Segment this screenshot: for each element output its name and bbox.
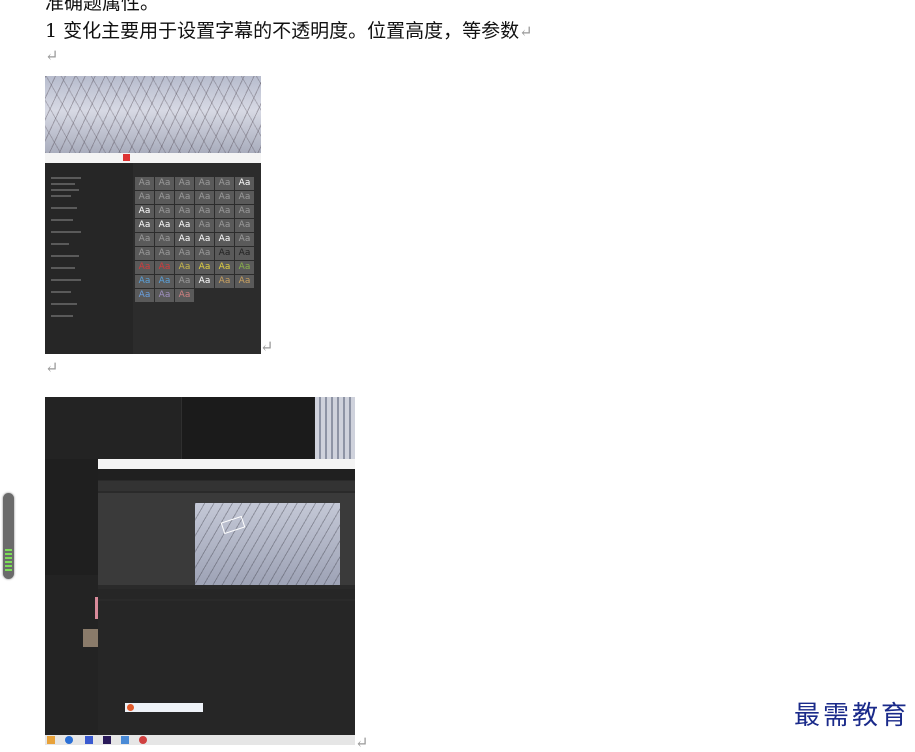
style-swatch[interactable]: Aa [175,205,194,218]
editor-canvas [98,493,355,585]
style-swatch[interactable]: Aa [235,275,254,288]
style-swatch[interactable]: Aa [195,233,214,246]
style-swatch[interactable]: Aa [195,275,214,288]
preview-frame [195,503,340,585]
empty-paragraph-mark: ↵ [45,358,59,377]
style-swatch[interactable]: Aa [235,205,254,218]
style-swatch[interactable]: Aa [155,205,174,218]
app-icon [121,736,129,744]
dialog-titlebar [45,153,261,163]
scroll-ticks [5,549,12,571]
style-swatch[interactable]: Aa [135,177,154,190]
style-swatch[interactable]: Aa [215,177,234,190]
style-swatch[interactable]: Aa [215,275,234,288]
title-style-screenshot: Aa Aa Aa Aa Aa Aa Aa Aa Aa Aa Aa Aa Aa Aa Aa Aa Aa Aa Aa Aa… [45,76,261,354]
style-swatch[interactable]: Aa [155,247,174,260]
style-swatch[interactable]: Aa [155,177,174,190]
style-swatch[interactable]: Aa [135,219,154,232]
cut-off-text: 准确题属性。 [45,0,160,14]
style-swatch[interactable]: Aa [155,191,174,204]
browser-icon [65,736,73,744]
style-swatch[interactable]: Aa [235,219,254,232]
style-swatch[interactable]: Aa [135,247,154,260]
style-swatch[interactable]: Aa [215,233,234,246]
style-swatch[interactable]: Aa [235,247,254,260]
style-swatch[interactable]: Aa [135,233,154,246]
style-swatch[interactable]: Aa [135,205,154,218]
snow-photo [45,76,261,153]
style-swatch[interactable]: Aa [235,191,254,204]
word-icon [85,736,93,744]
return-mark: ↵ [519,22,533,41]
folder-icon [47,736,55,744]
style-swatch[interactable]: Aa [175,247,194,260]
style-swatch[interactable]: Aa [135,261,154,274]
project-panel [45,575,98,745]
styles-toolbar [98,589,355,599]
style-swatch[interactable]: Aa [155,233,174,246]
building-photo [315,397,355,459]
style-swatch[interactable]: Aa [155,261,174,274]
style-swatch[interactable]: Aa [175,289,194,302]
ime-toolbar [125,703,203,712]
style-swatch-grid: Aa Aa Aa Aa Aa Aa Aa Aa Aa Aa Aa Aa Aa Aa Aa Aa Aa Aa Aa Aa… [135,177,254,302]
empty-paragraph-mark: ↵ [45,46,59,65]
style-swatch[interactable]: Aa [175,191,194,204]
style-swatch[interactable]: Aa [215,219,234,232]
style-swatch[interactable]: Aa [175,275,194,288]
premiere-workspace-screenshot [45,397,355,745]
style-swatch[interactable]: Aa [215,205,234,218]
style-swatch[interactable]: Aa [195,261,214,274]
style-swatch[interactable]: Aa [195,247,214,260]
source-monitor [45,397,181,459]
paragraph-text: 1 变化主要用于设置字幕的不透明度。位置高度，等参数↵ [45,20,533,42]
style-swatch[interactable]: Aa [175,261,194,274]
style-swatch[interactable]: Aa [195,191,214,204]
premiere-icon [103,736,111,744]
style-swatch[interactable]: Aa [175,233,194,246]
return-mark: ↵ [355,733,369,752]
playhead-marker [95,597,98,619]
style-swatch[interactable]: Aa [215,247,234,260]
style-swatch[interactable]: Aa [155,275,174,288]
clip-thumbnail [83,629,98,647]
style-swatch[interactable]: Aa [175,219,194,232]
brand-logo: 最需教育 [794,701,911,731]
return-mark: ↵ [260,337,274,356]
style-swatch[interactable]: Aa [235,261,254,274]
style-swatch[interactable]: Aa [235,233,254,246]
style-swatch[interactable]: Aa [195,177,214,190]
windows-taskbar [45,735,355,745]
properties-panel [45,163,133,354]
style-swatch[interactable]: Aa [155,289,174,302]
app-icon [139,736,147,744]
style-swatch[interactable]: Aa [175,177,194,190]
scroll-handle[interactable] [3,493,14,579]
style-swatch[interactable]: Aa [135,191,154,204]
style-swatch[interactable]: Aa [135,289,154,302]
close-icon [123,154,130,161]
editor-toolbar [98,481,355,491]
title-box [220,515,246,535]
style-swatch[interactable]: Aa [235,177,254,190]
style-swatch[interactable]: Aa [215,261,234,274]
style-swatch[interactable]: Aa [195,205,214,218]
style-swatch[interactable]: Aa [215,191,234,204]
editor-tabs [98,469,355,480]
window-titlebar [98,459,355,469]
style-swatch[interactable]: Aa [195,219,214,232]
program-monitor [181,397,314,459]
lower-panel [98,601,355,745]
style-swatch[interactable]: Aa [135,275,154,288]
style-swatch[interactable]: Aa [155,219,174,232]
